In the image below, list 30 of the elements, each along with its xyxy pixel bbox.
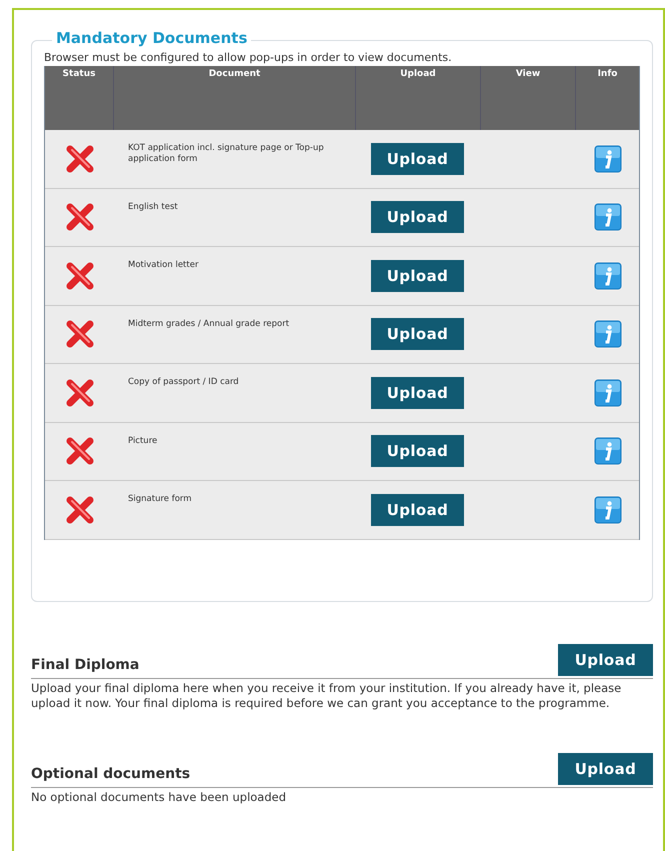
popup-note: Browser must be configured to allow pop-ups in order to view documents.	[44, 50, 453, 66]
column-header: Info	[596, 68, 618, 81]
upload-button[interactable]: Upload	[371, 494, 464, 526]
document-name: Midterm grades / Annual grade report	[128, 318, 290, 330]
panel-title: Mandatory Documents	[52, 29, 252, 47]
upload-button[interactable]: Upload	[558, 753, 653, 785]
upload-button[interactable]: Upload	[371, 376, 464, 409]
info-icon[interactable]	[594, 262, 622, 290]
document-name: Copy of passport / ID card	[128, 377, 240, 388]
info-icon[interactable]	[594, 144, 622, 173]
upload-button[interactable]: Upload	[371, 142, 464, 175]
document-name: Motivation letter	[128, 260, 200, 271]
document-name: English test	[128, 202, 179, 212]
info-icon[interactable]	[594, 496, 622, 524]
document-name: Picture	[128, 436, 158, 446]
upload-button[interactable]: Upload	[558, 644, 653, 676]
upload-button[interactable]: Upload	[371, 318, 464, 350]
upload-button[interactable]: Upload	[371, 435, 464, 468]
section-description: No optional documents have been uploaded	[31, 790, 288, 805]
section-title: Final Diploma	[31, 656, 140, 675]
section-description: Upload your final diploma here when you receive it from your institution. If you already have it, please upload it now. Your final diploma is required before we can grant you acceptance to the programme.	[31, 681, 622, 711]
upload-button[interactable]: Upload	[371, 260, 464, 292]
document-name: Signature form	[128, 494, 193, 505]
info-icon[interactable]	[594, 378, 622, 407]
info-icon[interactable]	[594, 203, 622, 232]
info-icon[interactable]	[594, 320, 622, 348]
info-icon[interactable]	[594, 437, 622, 466]
document-name: KOT application incl. signature page or Top-up application form	[128, 143, 325, 165]
upload-button[interactable]: Upload	[371, 201, 464, 234]
section-title: Optional documents	[31, 765, 190, 784]
